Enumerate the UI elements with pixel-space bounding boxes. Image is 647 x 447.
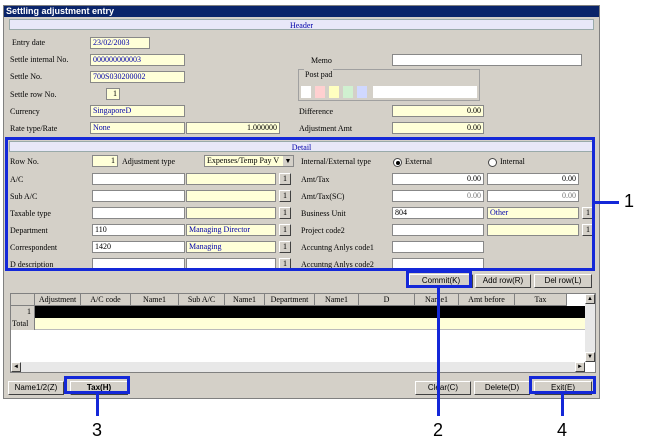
detail-highlight-box bbox=[5, 137, 595, 271]
grid-column-header[interactable]: Department bbox=[265, 294, 315, 306]
settle-internal-no-field[interactable]: 000000000003 bbox=[90, 54, 185, 66]
window-title: Settling adjustment entry bbox=[4, 6, 599, 17]
post-pad-label: Post pad bbox=[304, 69, 334, 81]
post-pad-color-swatch[interactable] bbox=[315, 86, 325, 98]
memo-field[interactable] bbox=[392, 54, 582, 66]
delete-button[interactable]: Delete(D) bbox=[474, 381, 530, 395]
post-pad-color-swatch[interactable] bbox=[329, 86, 339, 98]
settle-row-no-label: Settle row No. bbox=[10, 90, 57, 99]
callout-number-3: 3 bbox=[92, 420, 103, 440]
grid-column-header[interactable]: Name1 bbox=[131, 294, 179, 306]
grid-vertical-scrollbar[interactable]: ▲ ▼ bbox=[585, 294, 595, 362]
clear-button[interactable]: Clear(C) bbox=[415, 381, 471, 395]
grid-column-header[interactable]: Name1 bbox=[315, 294, 359, 306]
rate-field[interactable]: 1.000000 bbox=[186, 122, 280, 134]
scroll-right-icon[interactable]: ► bbox=[575, 362, 585, 372]
settle-no-label: Settle No. bbox=[10, 72, 42, 81]
entry-date-label: Entry date bbox=[12, 38, 46, 47]
scroll-down-icon[interactable]: ▼ bbox=[585, 352, 595, 362]
currency-field[interactable]: SingaporeD bbox=[90, 105, 185, 117]
adjustment-grid[interactable]: Adjustment A/C code Name1 Sub A/C Name1 Depar… bbox=[10, 293, 596, 373]
callout-number-4: 4 bbox=[557, 420, 568, 440]
difference-label: Difference bbox=[299, 107, 334, 116]
scroll-left-icon[interactable]: ◄ bbox=[11, 362, 21, 372]
exit-highlight-box bbox=[529, 376, 596, 394]
grid-column-header[interactable]: Tax bbox=[515, 294, 567, 306]
commit-highlight-box bbox=[406, 270, 472, 288]
currency-label: Currency bbox=[10, 107, 40, 116]
grid-column-header[interactable]: D bbox=[359, 294, 415, 306]
callout-line-1 bbox=[595, 201, 619, 204]
grid-column-header[interactable]: Sub A/C bbox=[179, 294, 225, 306]
rate-type-label: Rate type/Rate bbox=[10, 124, 58, 133]
grid-total-label: Total bbox=[11, 318, 35, 330]
memo-label: Memo bbox=[311, 56, 332, 65]
callout-line-2 bbox=[437, 288, 440, 416]
grid-row-number: 1 bbox=[11, 306, 35, 318]
rate-type-field[interactable]: None bbox=[90, 122, 185, 134]
del-row-button[interactable]: Del row(L) bbox=[534, 274, 592, 288]
grid-horizontal-scrollbar[interactable]: ◄ ► bbox=[11, 362, 585, 372]
settle-row-no-field[interactable]: 1 bbox=[106, 88, 120, 100]
grid-total-row bbox=[35, 318, 585, 330]
post-pad-color-swatch[interactable] bbox=[357, 86, 367, 98]
scroll-up-icon[interactable]: ▲ bbox=[585, 294, 595, 304]
grid-column-header[interactable]: Adjustment bbox=[35, 294, 81, 306]
post-pad-color-swatch[interactable] bbox=[343, 86, 353, 98]
callout-number-2: 2 bbox=[433, 420, 444, 440]
settle-internal-no-label: Settle internal No. bbox=[10, 55, 69, 64]
callout-line-4 bbox=[561, 394, 564, 416]
callout-number-1: 1 bbox=[624, 191, 635, 211]
header-section-label: Header bbox=[9, 19, 594, 30]
post-pad-text-area[interactable] bbox=[373, 86, 477, 98]
callout-line-3 bbox=[96, 394, 99, 416]
adjustment-amt-field: 0.00 bbox=[392, 122, 484, 134]
settle-no-field[interactable]: 700S030200002 bbox=[90, 71, 185, 83]
entry-date-field[interactable]: 23/02/2003 bbox=[90, 37, 150, 49]
name12-button[interactable]: Name1/2(Z) bbox=[8, 381, 64, 395]
add-row-button[interactable]: Add row(R) bbox=[475, 274, 531, 288]
tax-highlight-box bbox=[64, 376, 130, 394]
adjustment-amt-label: Adjustment Amt bbox=[299, 124, 353, 133]
post-pad-color-swatch[interactable] bbox=[301, 86, 311, 98]
grid-corner bbox=[11, 294, 35, 306]
difference-field: 0.00 bbox=[392, 105, 484, 117]
grid-column-header[interactable]: Amt before bbox=[459, 294, 515, 306]
grid-column-header[interactable]: Name1 bbox=[225, 294, 265, 306]
grid-column-header[interactable]: A/C code bbox=[81, 294, 131, 306]
grid-selected-row[interactable] bbox=[35, 306, 585, 318]
